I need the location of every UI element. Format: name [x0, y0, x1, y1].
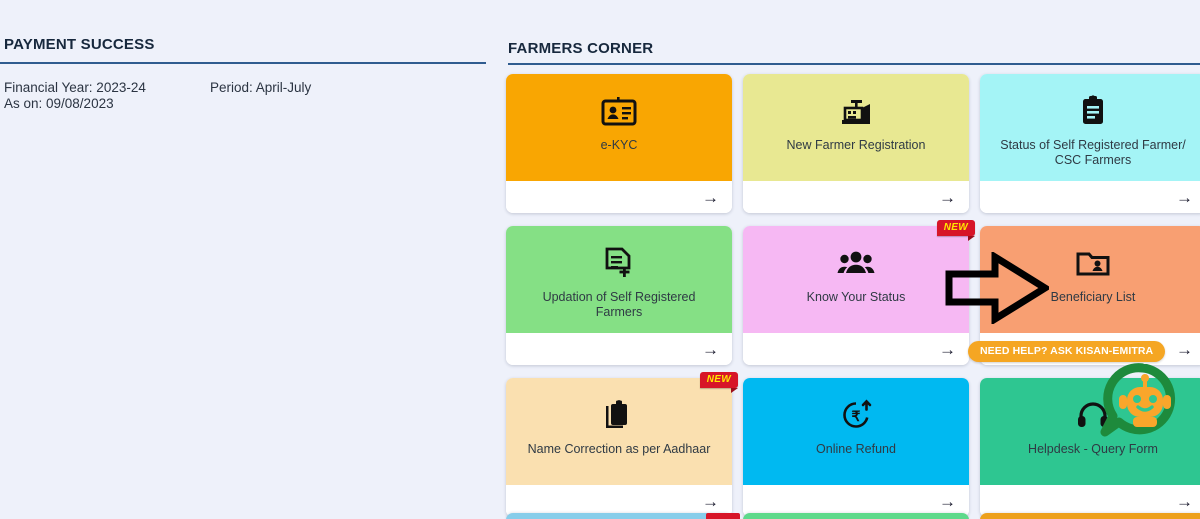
card-updation-self-registered-farmers[interactable]: Updation of Self Registered Farmers →: [506, 226, 732, 365]
new-badge: NEW: [699, 372, 739, 393]
kisan-emitra-chatbot[interactable]: [1100, 362, 1178, 440]
svg-text:₹: ₹: [852, 408, 861, 424]
card-name-correction-aadhaar[interactable]: NEW Name Correction as per Aadhaar →: [506, 372, 739, 517]
period-text: Period: April-July: [210, 80, 312, 95]
as-on-date-text: As on: 09/08/2023: [4, 96, 114, 111]
card-footer[interactable]: →: [743, 181, 969, 213]
farmers-corner-divider: [508, 63, 1200, 65]
payment-success-panel: PAYMENT SUCCESS Financial Year: 2023-24 …: [0, 0, 486, 519]
payment-success-farmers-corner-page: PAYMENT SUCCESS Financial Year: 2023-24 …: [0, 0, 1200, 519]
card-new-farmer-registration[interactable]: New Farmer Registration →: [743, 74, 969, 213]
arrow-right-icon[interactable]: →: [1176, 493, 1193, 510]
card-status-self-registered-farmer[interactable]: Status of Self Registered Farmer/ CSC Fa…: [980, 74, 1200, 213]
card-footer[interactable]: →: [980, 181, 1200, 213]
card-label: Beneficiary List: [1050, 290, 1136, 304]
payment-success-meta: Financial Year: 2023-24 As on: 09/08/202…: [4, 80, 146, 112]
folder-person-icon: [1076, 242, 1110, 284]
card-label: Updation of Self Registered Farmers: [542, 290, 696, 319]
card-body: Updation of Self Registered Farmers: [506, 226, 732, 333]
card-body: Know Your Status: [743, 226, 969, 333]
card-online-refund[interactable]: ₹ Online Refund →: [743, 378, 969, 517]
arrow-right-icon[interactable]: →: [939, 189, 956, 206]
card-partial-3[interactable]: [980, 513, 1200, 519]
people-group-icon: [837, 242, 875, 284]
card-label: Online Refund: [816, 442, 896, 456]
farmers-corner-grid: e-KYC → New Farmer Registration → Status…: [500, 74, 1200, 517]
cash-register-icon: [838, 90, 874, 132]
arrow-right-icon[interactable]: →: [702, 341, 719, 358]
card-footer[interactable]: →: [506, 333, 732, 365]
card-body: New Farmer Registration: [743, 74, 969, 181]
clipboard-icon: [1078, 90, 1108, 132]
card-e-kyc[interactable]: e-KYC →: [506, 74, 732, 213]
card-footer[interactable]: →: [506, 181, 732, 213]
rupee-refund-icon: ₹: [839, 394, 873, 436]
card-footer[interactable]: →: [743, 333, 969, 365]
document-add-icon: [603, 242, 635, 284]
card-body: ₹ Online Refund: [743, 378, 969, 485]
card-partial-2[interactable]: [743, 513, 969, 519]
card-label: New Farmer Registration: [786, 138, 926, 152]
arrow-right-icon[interactable]: →: [702, 493, 719, 510]
arrow-right-icon[interactable]: →: [1176, 189, 1193, 206]
card-label: e-KYC: [600, 138, 638, 152]
arrow-right-icon[interactable]: →: [939, 341, 956, 358]
id-card-icon: [601, 90, 637, 132]
card-label: Helpdesk - Query Form: [1028, 442, 1158, 456]
farmers-corner-title: FARMERS CORNER: [508, 40, 654, 57]
card-label: Name Correction as per Aadhaar: [527, 442, 711, 456]
payment-success-divider: [0, 62, 486, 64]
arrow-right-icon[interactable]: →: [1176, 341, 1193, 358]
kisan-emitra-help-pill[interactable]: NEED HELP? ASK KISAN-EMITRA: [968, 341, 1166, 362]
new-badge: [706, 513, 740, 519]
financial-year-text: Financial Year: 2023-24: [4, 80, 146, 95]
card-body: Beneficiary List: [980, 226, 1200, 333]
card-label: Know Your Status: [806, 290, 906, 304]
card-body: e-KYC: [506, 74, 732, 181]
card-partial-1[interactable]: [506, 513, 740, 519]
arrow-right-icon[interactable]: →: [939, 493, 956, 510]
card-body: Name Correction as per Aadhaar: [506, 378, 732, 485]
card-know-your-status[interactable]: NEW Know Your Status →: [743, 220, 976, 365]
farmers-corner-panel: FARMERS CORNER e-KYC → New Farmer Regist…: [500, 0, 1200, 519]
arrow-right-icon[interactable]: →: [702, 189, 719, 206]
clipboard-copy-icon: [603, 394, 635, 436]
payment-success-title: PAYMENT SUCCESS: [4, 36, 155, 53]
card-body: Status of Self Registered Farmer/ CSC Fa…: [980, 74, 1200, 181]
card-label: Status of Self Registered Farmer/ CSC Fa…: [1000, 138, 1186, 167]
new-badge: NEW: [936, 220, 976, 241]
farmers-corner-partial-row: [506, 513, 1200, 519]
